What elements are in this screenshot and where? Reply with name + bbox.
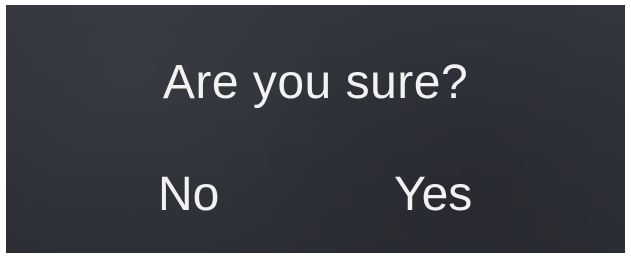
no-button[interactable]: No — [158, 167, 219, 223]
confirm-dialog: Are you sure? No Yes — [6, 5, 625, 253]
dialog-message: Are you sure? — [162, 56, 469, 109]
yes-button[interactable]: Yes — [394, 167, 472, 223]
